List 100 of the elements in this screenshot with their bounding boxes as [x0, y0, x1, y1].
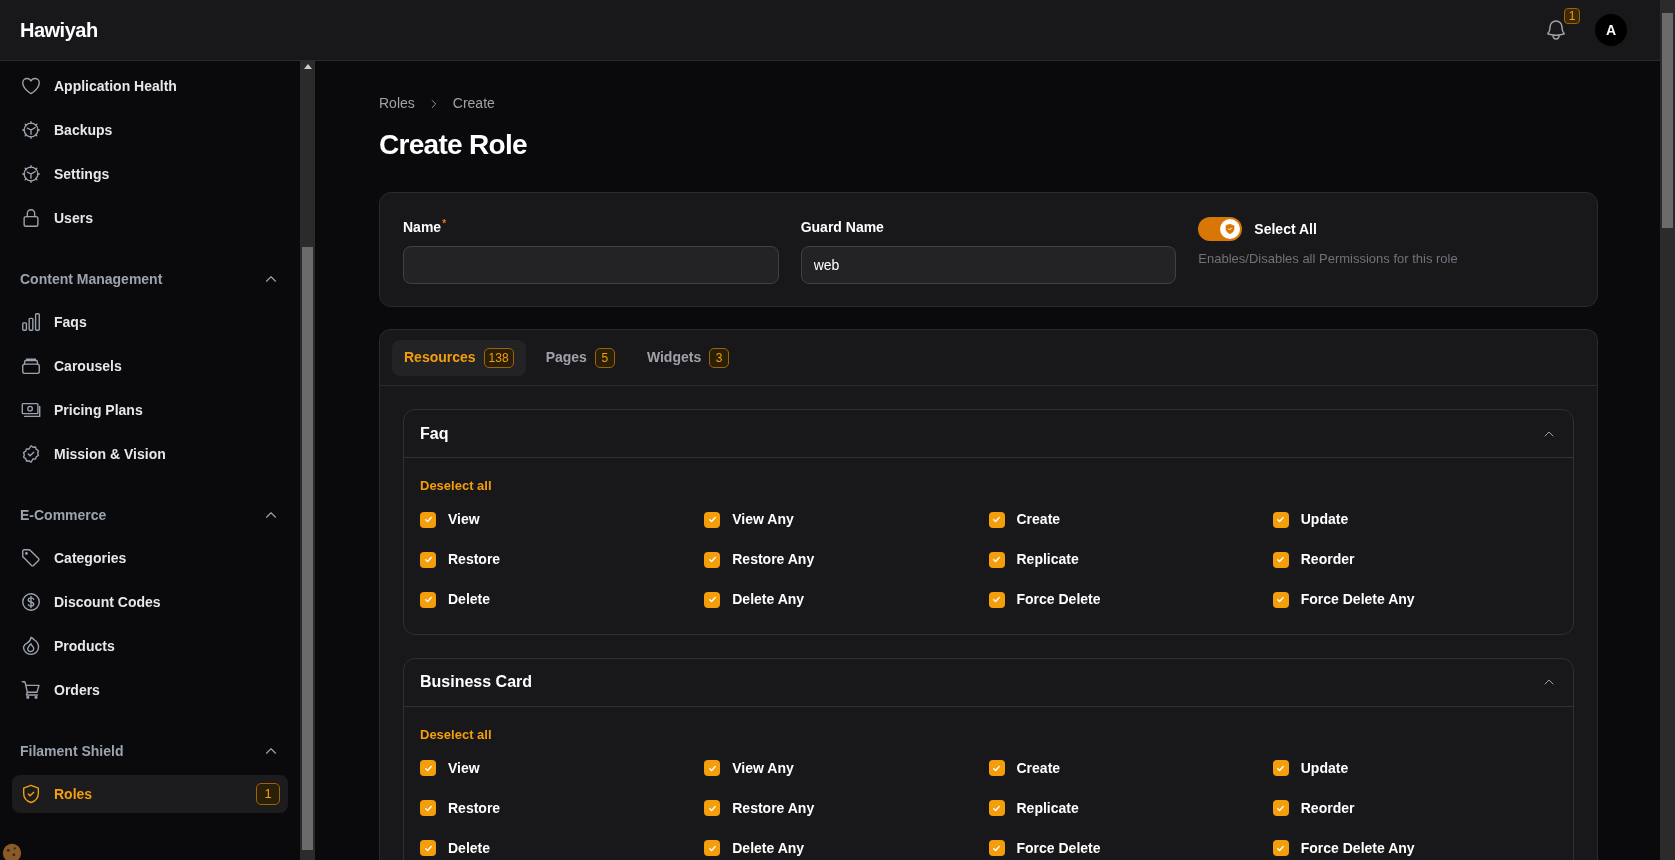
checkbox[interactable] — [1272, 511, 1289, 528]
check-icon — [706, 594, 718, 605]
checkbox[interactable] — [704, 511, 721, 528]
count-badge: 138 — [483, 347, 514, 368]
sidebar-item[interactable]: Pricing Plans — [12, 391, 288, 429]
checkbox-label: Update — [1300, 510, 1349, 529]
checkbox[interactable] — [420, 760, 436, 776]
tab[interactable]: Pages 5 — [533, 339, 627, 376]
stack-icon — [20, 355, 42, 377]
lock-icon — [20, 207, 42, 229]
checkbox[interactable] — [988, 800, 1005, 816]
checkbox-label: Delete — [448, 590, 491, 609]
section-title: Faq — [420, 423, 449, 444]
checkbox[interactable] — [988, 551, 1005, 568]
checkbox-label: Reorder — [1300, 550, 1355, 569]
sidebar-item[interactable]: Mission & Vision — [12, 435, 288, 473]
checkbox-label: View Any — [732, 510, 794, 529]
sidebar-item[interactable]: Categories — [12, 539, 288, 577]
tag-icon — [20, 547, 42, 569]
sidebar-item[interactable]: Application Health — [12, 67, 288, 105]
sidebar-item[interactable]: Faqs — [12, 303, 288, 341]
bar-chart-icon — [20, 311, 42, 333]
checkbox-label: Restore Any — [732, 550, 815, 569]
check-icon — [991, 594, 1002, 605]
gear-icon — [20, 163, 42, 185]
input-field[interactable]: web — [800, 246, 1177, 284]
checkbox[interactable] — [1272, 800, 1289, 816]
required-asterisk: * — [442, 218, 447, 229]
toggle-label: Select All — [1254, 219, 1317, 239]
checkbox[interactable] — [1272, 840, 1289, 856]
cookie-icon[interactable] — [1, 842, 23, 860]
tab[interactable]: Widgets 3 — [634, 339, 742, 376]
checkbox-label: Replicate — [1016, 550, 1079, 569]
checkbox-label: View Any — [732, 758, 794, 778]
check-icon — [422, 514, 434, 525]
deselect-all-link[interactable]: Deselect all — [420, 476, 1557, 496]
cart-icon — [20, 679, 42, 701]
checkbox[interactable] — [420, 511, 436, 528]
sidebar-group-label: Filament Shield — [20, 741, 124, 761]
checkbox-label: Reorder — [1300, 798, 1355, 818]
checkbox[interactable] — [420, 551, 436, 568]
dollar-icon — [20, 591, 42, 613]
checkbox[interactable] — [704, 591, 721, 608]
notification-bell-icon[interactable] — [1544, 18, 1568, 42]
flame-icon — [20, 635, 42, 657]
checkbox[interactable] — [704, 840, 721, 856]
checkbox-label: Replicate — [1016, 798, 1079, 818]
checkbox-label: Delete — [448, 838, 491, 858]
checkbox-label: View — [448, 758, 480, 778]
checkbox[interactable] — [704, 760, 721, 776]
breadcrumb-link[interactable]: Create — [452, 93, 495, 114]
sidebar-item[interactable]: Orders — [12, 671, 288, 709]
checkbox[interactable] — [988, 511, 1005, 528]
user-avatar[interactable]: A — [1595, 14, 1627, 46]
checkbox[interactable] — [420, 800, 436, 816]
input-field[interactable] — [403, 246, 779, 284]
sidebar-item[interactable]: Users — [12, 199, 288, 237]
brand-logo[interactable]: Hawiyah — [20, 15, 98, 45]
check-icon — [1275, 594, 1287, 605]
checkbox-label: Force Delete Any — [1300, 838, 1415, 858]
checkbox[interactable] — [1272, 760, 1289, 776]
breadcrumb-link[interactable]: Roles — [379, 93, 415, 114]
notification-count: 1 — [1564, 8, 1580, 24]
sidebar-item[interactable]: Products — [12, 627, 288, 665]
checkbox[interactable] — [420, 840, 436, 856]
checkbox[interactable] — [1272, 551, 1289, 568]
sidebar-item[interactable]: Roles 1 — [12, 775, 288, 813]
tab[interactable]: Resources 138 — [392, 339, 526, 376]
checkbox[interactable] — [988, 591, 1005, 608]
count-badge: 1 — [256, 783, 280, 805]
checkbox-label: Restore — [448, 798, 501, 818]
checkbox-label: Create — [1016, 510, 1061, 529]
checkbox[interactable] — [988, 840, 1005, 856]
heart-icon — [20, 75, 42, 97]
toggle-switch[interactable] — [1198, 217, 1243, 241]
checkbox-label: Force Delete — [1016, 590, 1101, 609]
sidebar-item[interactable]: Carousels — [12, 347, 288, 385]
checkbox-label: View — [448, 510, 480, 529]
field-label: Guard Name — [800, 218, 885, 237]
checkbox-label: Delete Any — [732, 590, 805, 609]
checkbox-label: Create — [1016, 758, 1061, 778]
shield-check-icon — [1224, 223, 1237, 235]
checkbox[interactable] — [704, 800, 721, 816]
deselect-all-link[interactable]: Deselect all — [420, 724, 1557, 744]
checkbox-label: Delete Any — [732, 838, 805, 858]
sidebar-scrollbar[interactable] — [300, 61, 315, 860]
checkbox[interactable] — [420, 591, 436, 608]
sidebar-item[interactable]: Backups — [12, 111, 288, 149]
count-badge: 3 — [709, 347, 730, 368]
page-scrollbar[interactable] — [1660, 0, 1675, 860]
sidebar-item[interactable]: Discount Codes — [12, 583, 288, 621]
check-icon — [1275, 514, 1287, 525]
checkbox-label: Force Delete — [1016, 838, 1101, 858]
sidebar-item[interactable]: Settings — [12, 155, 288, 193]
badge-check-icon — [20, 443, 42, 465]
section-title: Business Card — [420, 672, 533, 692]
checkbox[interactable] — [704, 551, 721, 568]
checkbox[interactable] — [988, 760, 1005, 776]
checkbox-label: Restore — [448, 550, 501, 569]
checkbox[interactable] — [1272, 591, 1289, 608]
